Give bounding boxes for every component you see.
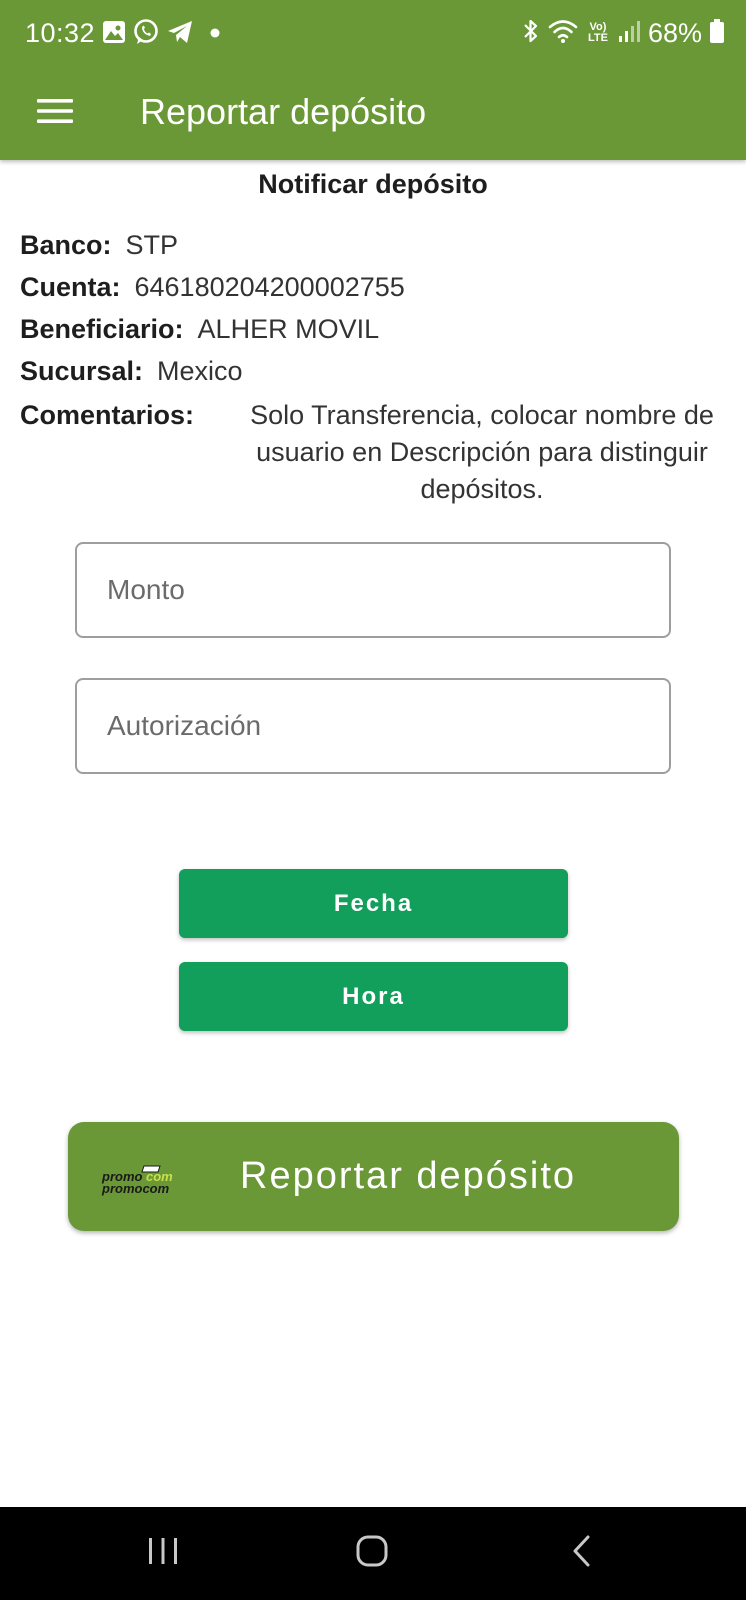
back-button[interactable]: [552, 1527, 612, 1579]
promocom-logo: promo com promocom: [100, 1164, 186, 1198]
hamburger-menu-icon: [36, 97, 74, 130]
time-button[interactable]: Hora: [179, 962, 568, 1031]
app-title: Reportar depósito: [140, 91, 427, 132]
section-title: Notificar depósito: [258, 169, 488, 199]
whatsapp-icon: [132, 18, 160, 51]
battery-icon: [710, 18, 724, 48]
bluetooth-icon: [522, 18, 540, 49]
amount-field[interactable]: [75, 542, 671, 638]
beneficiary-label: Beneficiario:: [20, 314, 184, 344]
gallery-icon: [102, 20, 126, 49]
svg-text:promocom: promocom: [101, 1181, 170, 1196]
comments-label: Comentarios:: [20, 400, 195, 430]
account-row: Cuenta: 646180204200002755: [20, 269, 405, 305]
status-left-icons: [102, 18, 220, 51]
home-icon: [355, 1534, 389, 1573]
comments-value: Solo Transferencia, colocar nombre de us…: [250, 400, 714, 504]
notification-dot-icon: [210, 25, 220, 43]
branch-value: Mexico: [157, 356, 243, 386]
telegram-icon: [166, 19, 194, 50]
bank-value: STP: [125, 230, 179, 260]
status-bar: 10:32 Vo) LTE 68%: [0, 0, 746, 66]
recent-apps-button[interactable]: [133, 1527, 193, 1579]
date-button[interactable]: Fecha: [179, 869, 568, 938]
authorization-field[interactable]: [75, 678, 671, 774]
volte-icon: Vo) LTE: [586, 22, 610, 44]
app-bar: Reportar depósito: [0, 66, 746, 160]
branch-row: Sucursal: Mexico: [20, 353, 243, 389]
battery-percent: 68%: [647, 18, 702, 48]
authorization-input[interactable]: [77, 680, 669, 772]
account-value: 646180204200002755: [134, 272, 405, 302]
bank-row: Banco: STP: [20, 227, 178, 263]
recent-apps-icon: [146, 1536, 180, 1571]
amount-input[interactable]: [77, 544, 669, 636]
status-time: 10:32: [25, 18, 96, 48]
report-deposit-button[interactable]: promo com promocom Reportar depósito: [68, 1122, 679, 1231]
navigation-bar: [0, 1507, 746, 1600]
wifi-icon: [548, 18, 578, 49]
header: 10:32 Vo) LTE 68% Reportar depósito: [0, 0, 746, 160]
signal-icon: [618, 19, 640, 48]
account-label: Cuenta:: [20, 272, 121, 302]
menu-button[interactable]: [30, 88, 80, 138]
home-button[interactable]: [342, 1527, 402, 1579]
screen: 10:32 Vo) LTE 68% Reportar depósito Noti…: [0, 0, 746, 1600]
beneficiary-row: Beneficiario: ALHER MOVIL: [20, 311, 379, 347]
volte-bottom-text: LTE: [587, 32, 608, 44]
branch-label: Sucursal:: [20, 356, 144, 386]
report-deposit-label: Reportar depósito: [240, 1155, 577, 1197]
status-right: Vo) LTE 68%: [522, 17, 724, 49]
back-icon: [571, 1534, 593, 1573]
bank-label: Banco:: [20, 230, 112, 260]
beneficiary-value: ALHER MOVIL: [197, 314, 380, 344]
